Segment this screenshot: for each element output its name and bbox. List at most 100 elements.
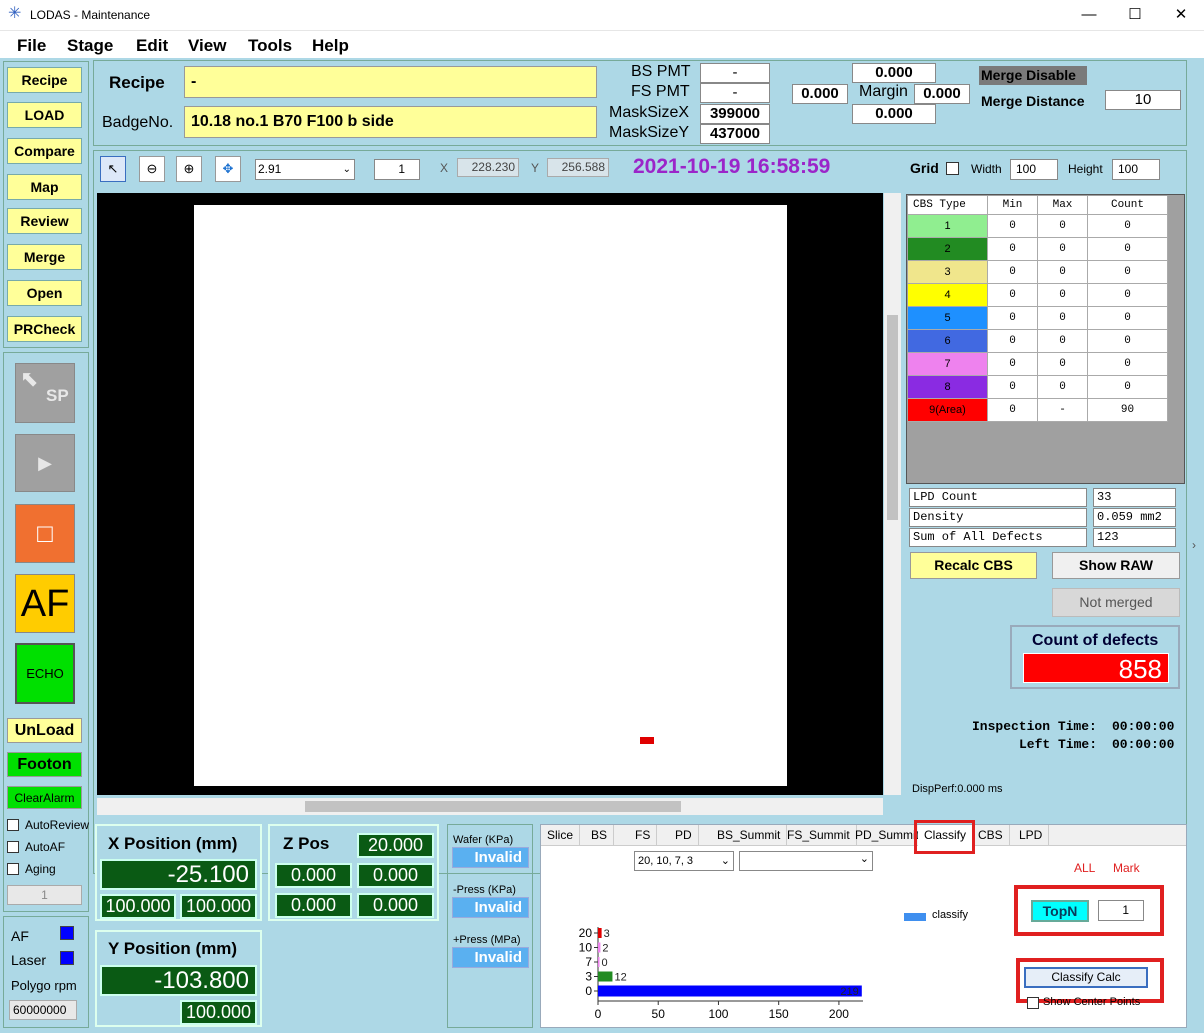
maximize-button[interactable]: ☐: [1112, 0, 1158, 31]
topn-stepper[interactable]: 1: [1098, 900, 1144, 921]
menu-file[interactable]: File: [17, 36, 46, 56]
echo-button[interactable]: ECHO: [15, 643, 75, 704]
recalc-cbs-button[interactable]: Recalc CBS: [910, 552, 1037, 579]
fit-button[interactable]: ✥: [215, 156, 241, 182]
defect-count-value: 858: [1023, 653, 1169, 684]
zoom-value: 2.91: [258, 162, 282, 176]
menu-tools[interactable]: Tools: [248, 36, 292, 56]
show-raw-button[interactable]: Show RAW: [1052, 552, 1180, 579]
minimize-button[interactable]: —: [1066, 0, 1112, 31]
menu-bar: File Stage Edit View Tools Help: [0, 31, 1204, 58]
prcheck-button[interactable]: PRCheck: [7, 316, 82, 342]
tab-slice[interactable]: Slice: [541, 825, 581, 846]
y-position-a: 100.000: [180, 1000, 257, 1025]
bar-value-label: 0: [602, 957, 608, 969]
height-stepper[interactable]: 100: [1112, 159, 1160, 180]
wafer-canvas[interactable]: [97, 193, 883, 795]
recipe-button[interactable]: Recipe: [7, 67, 82, 93]
topn-button[interactable]: TopN: [1031, 900, 1089, 922]
zoom-out-button[interactable]: ⊖: [139, 156, 165, 182]
mark-label[interactable]: Mark: [1113, 861, 1140, 875]
footon-button[interactable]: Footon: [7, 752, 82, 777]
y-coord-label: Y: [531, 161, 540, 175]
classify-calc-button[interactable]: Classify Calc: [1024, 967, 1148, 988]
autoreview-checkbox[interactable]: [7, 819, 19, 831]
classify-second-select[interactable]: ⌄: [739, 851, 873, 871]
tab-pd[interactable]: PD: [669, 825, 699, 846]
merge-distance-input[interactable]: 10: [1105, 90, 1181, 110]
lpd-count-label: LPD Count: [909, 488, 1087, 507]
show-center-points-checkbox[interactable]: [1027, 997, 1039, 1009]
cbs-cell-min: 0: [988, 284, 1038, 307]
review-button[interactable]: Review: [7, 208, 82, 234]
hscroll-thumb[interactable]: [305, 801, 681, 812]
menu-stage[interactable]: Stage: [67, 36, 113, 56]
classify-threshold-select[interactable]: 20, 10, 7, 3 ⌄: [634, 851, 734, 871]
menu-view[interactable]: View: [188, 36, 226, 56]
map-vertical-scrollbar[interactable]: [884, 193, 901, 795]
y-position-panel: Y Position (mm) -103.800 100.000: [95, 930, 262, 1027]
cbs-col-max: Max: [1038, 196, 1088, 215]
menu-edit[interactable]: Edit: [136, 36, 168, 56]
cbs-cell-min: 0: [988, 261, 1038, 284]
tab-bs-summit[interactable]: BS_Summit: [711, 825, 788, 846]
wafer-pressure-label: Wafer (KPa): [453, 834, 514, 846]
badge-field[interactable]: 10.18 no.1 B70 F100 b side: [184, 106, 597, 138]
compare-button[interactable]: Compare: [7, 138, 82, 164]
step-stepper[interactable]: 1: [374, 159, 420, 180]
cbs-row: 4000: [908, 284, 1168, 307]
defect-count-box: Count of defects 858: [1010, 625, 1180, 689]
bar-value-label: 3: [604, 928, 610, 940]
open-button[interactable]: Open: [7, 280, 82, 306]
tab-bs[interactable]: BS: [585, 825, 615, 846]
merge-disable-badge[interactable]: Merge Disable: [979, 66, 1087, 85]
cbs-col-count: Count: [1088, 196, 1168, 215]
unload-button[interactable]: UnLoad: [7, 718, 82, 743]
load-button[interactable]: LOAD: [7, 102, 82, 128]
tab-fs[interactable]: FS: [629, 825, 658, 846]
sp-button[interactable]: ⬉ SP: [15, 363, 75, 423]
legend-swatch: [904, 913, 926, 921]
play-button[interactable]: ▶: [15, 434, 75, 492]
zoom-in-button[interactable]: ⊕: [176, 156, 202, 182]
scroll-thumb[interactable]: [887, 315, 898, 520]
aging-count-stepper[interactable]: 1: [7, 885, 82, 905]
x-coord-value: 228.230: [457, 158, 519, 177]
lpd-count-value: 33: [1093, 488, 1176, 507]
map-button[interactable]: Map: [7, 174, 82, 200]
z-position-value: 20.000: [357, 833, 434, 858]
stop-button[interactable]: □: [15, 504, 75, 563]
recipe-field[interactable]: -: [184, 66, 597, 98]
grid-checkbox[interactable]: [946, 162, 959, 175]
cbs-cell-type: 2: [908, 238, 988, 261]
cbs-cell-max: 0: [1038, 284, 1088, 307]
cbs-cell-count: 0: [1088, 376, 1168, 399]
defect-count-label: Count of defects: [1032, 632, 1159, 649]
merge-button[interactable]: Merge: [7, 244, 82, 270]
select-tool-button[interactable]: ↖: [100, 156, 126, 182]
not-merged-button[interactable]: Not merged: [1052, 588, 1180, 617]
clear-alarm-button[interactable]: ClearAlarm: [7, 786, 82, 809]
width-stepper[interactable]: 100: [1010, 159, 1058, 180]
close-button[interactable]: ✕: [1158, 0, 1204, 31]
header-value-1: 0.000: [852, 63, 936, 83]
bar: [598, 942, 601, 953]
x-position-b: 100.000: [180, 894, 257, 919]
map-horizontal-scrollbar[interactable]: [97, 798, 883, 815]
chevron-right-icon[interactable]: ›: [1192, 538, 1196, 552]
classify-tab-highlight: [914, 820, 975, 854]
cbs-cell-count: 0: [1088, 284, 1168, 307]
all-label[interactable]: ALL: [1074, 861, 1095, 875]
tab-fs-summit[interactable]: FS_Summit: [781, 825, 857, 846]
cbs-table-panel: CBS Type Min Max Count 10002000300040005…: [906, 194, 1185, 484]
aging-checkbox[interactable]: [7, 863, 19, 875]
autoaf-checkbox[interactable]: [7, 841, 19, 853]
zoom-select[interactable]: 2.91 ⌄: [255, 159, 355, 180]
tab-lpd[interactable]: LPD: [1013, 825, 1050, 846]
margin-label: Margin: [859, 83, 908, 100]
margin-value: 0.000: [914, 84, 970, 104]
af-button[interactable]: AF: [15, 574, 75, 633]
tab-cbs[interactable]: CBS: [972, 825, 1010, 846]
x-position-panel: X Position (mm) -25.100 100.000 100.000: [95, 824, 262, 921]
menu-help[interactable]: Help: [312, 36, 349, 56]
